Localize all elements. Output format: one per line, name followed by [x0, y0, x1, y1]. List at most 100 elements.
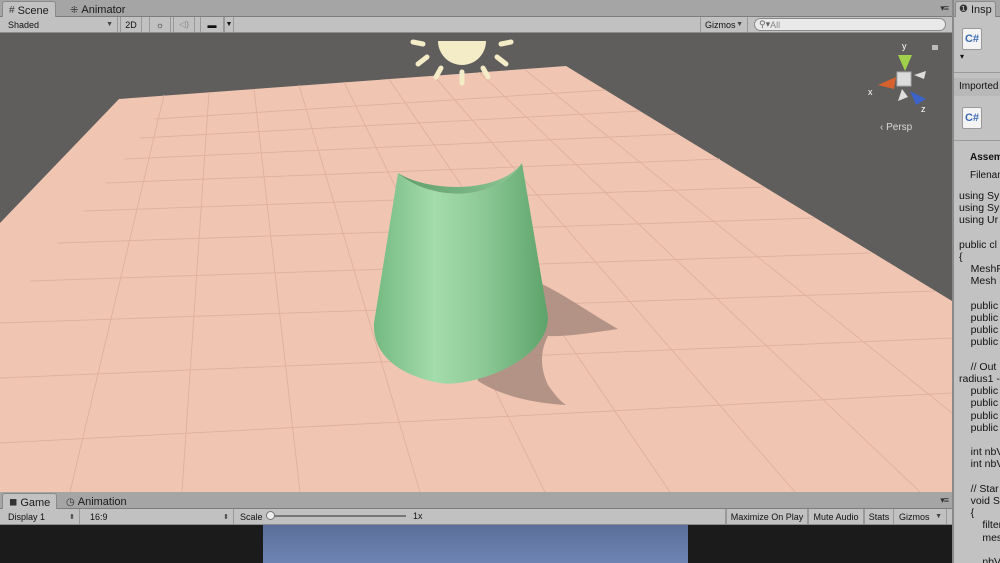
game-view-render[interactable]: [263, 525, 688, 563]
code-line: filter: [959, 519, 1000, 532]
speaker-icon: ◁): [179, 19, 189, 29]
inspector-tabbar: ❶ Insp: [954, 0, 1000, 17]
code-line: Mesh r: [959, 275, 1000, 288]
inspector-panel: ❶ Insp C# ▾ Imported C# Assem Filenan us…: [952, 0, 1000, 563]
audio-toggle-button[interactable]: ◁): [173, 17, 195, 32]
game-toolbar: Display 1 ⬍ 16:9 ⬍ Scale 1x Maximize On …: [0, 509, 952, 525]
tab-scene[interactable]: # Scene: [2, 1, 56, 17]
code-line: void St: [959, 495, 1000, 508]
scale-slider-track[interactable]: [268, 515, 406, 517]
projection-label: ‹ Persp: [880, 122, 913, 133]
scene-search-input[interactable]: ⚲▾ All: [754, 18, 946, 31]
shading-mode-label: Shaded: [8, 19, 40, 30]
chevron-updown-icon: ⬍: [69, 513, 75, 521]
scale-label: Scale: [240, 511, 263, 522]
game-gizmos-dropdown[interactable]: Gizmos ▼: [895, 509, 947, 524]
code-line: int nbV: [959, 458, 1000, 471]
lighting-toggle-button[interactable]: ☼: [149, 17, 171, 32]
code-line: public: [959, 409, 999, 422]
panel-menu-icon[interactable]: ▾≡: [940, 495, 949, 506]
aspect-dropdown[interactable]: 16:9 ⬍: [86, 509, 234, 524]
tab-animation-label: Animation: [77, 496, 127, 508]
tab-animator-label: Animator: [81, 4, 126, 16]
gizmo-x-label: x: [868, 87, 873, 97]
chevron-down-icon: ▼: [106, 21, 113, 28]
code-line: int nbV: [959, 446, 1000, 459]
panel-menu-icon[interactable]: ▾≡: [940, 3, 949, 14]
csharp-script-icon: C#: [962, 107, 982, 129]
image-icon: ▬: [207, 19, 217, 30]
imported-header: Imported: [954, 78, 1000, 96]
csharp-script-icon: C#: [962, 28, 982, 50]
gizmos-dropdown[interactable]: Gizmos ▼: [700, 17, 748, 32]
divider: [954, 140, 1000, 141]
tab-inspector-label: Insp: [970, 3, 992, 16]
stats-label: Stats: [868, 511, 890, 522]
code-line: // Star: [959, 482, 999, 495]
divider: [954, 72, 1000, 73]
chevron-down-icon: ▼: [736, 21, 743, 28]
animator-icon: ⁜: [70, 4, 79, 16]
aspect-label: 16:9: [90, 511, 108, 522]
code-line: // Out: [959, 360, 997, 373]
code-line: mes: [959, 531, 1000, 544]
game-gizmos-label: Gizmos: [899, 511, 930, 522]
filename-label: Filenan: [970, 170, 1000, 181]
shading-mode-dropdown[interactable]: Shaded ▼: [4, 17, 118, 32]
stats-button[interactable]: Stats: [864, 509, 894, 524]
mute-audio-label: Mute Audio: [813, 511, 859, 522]
search-icon: ⚲▾: [759, 19, 771, 29]
code-line: using Sy: [959, 190, 1000, 202]
code-line: public: [959, 385, 999, 398]
tab-inspector[interactable]: ❶ Insp: [955, 1, 996, 17]
scene-tabbar: # Scene ⁜ Animator ▾≡: [0, 0, 952, 17]
tab-animation[interactable]: ◷ Animation: [60, 493, 133, 509]
chevron-updown-icon: ⬍: [223, 513, 229, 521]
game-tabbar: ◼ Game ◷ Animation ▾≡: [0, 492, 952, 509]
scale-value: 1x: [413, 511, 423, 521]
code-line: MeshF: [959, 263, 1000, 276]
display-dropdown[interactable]: Display 1 ⬍: [4, 509, 80, 524]
scene-toolbar: Shaded ▼ 2D ☼ ◁) ▬ ▼ Gizmos ▼ ⚲▾ All: [0, 17, 952, 33]
sun-icon: ☼: [155, 19, 165, 30]
imported-label: Imported: [959, 81, 999, 92]
code-line: public: [959, 397, 999, 410]
code-line: public: [959, 421, 999, 434]
chevron-down-icon: ▼: [225, 21, 233, 28]
2d-toggle-button[interactable]: 2D: [120, 17, 142, 32]
game-icon: ◼: [9, 497, 18, 508]
chevron-down-icon[interactable]: ▾: [960, 52, 1000, 61]
scene-render: y x z: [0, 33, 952, 492]
code-line: using Ur: [959, 214, 999, 227]
code-line: {: [959, 251, 963, 264]
assembly-label: Assem: [970, 152, 1000, 163]
scene-viewport[interactable]: y x z ‹ Persp: [0, 33, 952, 492]
scene-panel: # Scene ⁜ Animator ▾≡ Shaded ▼ 2D ☼ ◁) ▬…: [0, 0, 952, 492]
game-panel: ◼ Game ◷ Animation ▾≡ Display 1 ⬍ 16:9 ⬍…: [0, 492, 952, 563]
code-line: nbV: [959, 556, 1000, 563]
display-label: Display 1: [8, 511, 46, 522]
maximize-on-play-button[interactable]: Maximize On Play: [726, 509, 808, 524]
code-line: {: [959, 507, 975, 520]
maximize-on-play-label: Maximize On Play: [730, 511, 804, 522]
tab-game[interactable]: ◼ Game: [2, 493, 58, 509]
effects-toggle-button[interactable]: ▬: [200, 17, 224, 32]
grid-icon: #: [9, 5, 15, 16]
gizmos-label: Gizmos: [705, 19, 736, 30]
mute-audio-button[interactable]: Mute Audio: [808, 509, 864, 524]
code-line: public cl: [959, 238, 997, 251]
gizmo-z-label: z: [921, 104, 926, 114]
tab-scene-label: Scene: [17, 4, 49, 17]
effects-dropdown-button[interactable]: ▼: [224, 17, 234, 32]
projection-toggle[interactable]: ‹ Persp: [880, 122, 912, 133]
scale-slider-handle[interactable]: [266, 511, 275, 520]
code-line: public: [959, 336, 999, 349]
tab-animator[interactable]: ⁜ Animator: [64, 1, 131, 17]
code-line: radius1 -: [959, 373, 1000, 386]
script-source-code: using Sy using Sy using Ur public cl{ Mesh…: [959, 190, 1000, 563]
